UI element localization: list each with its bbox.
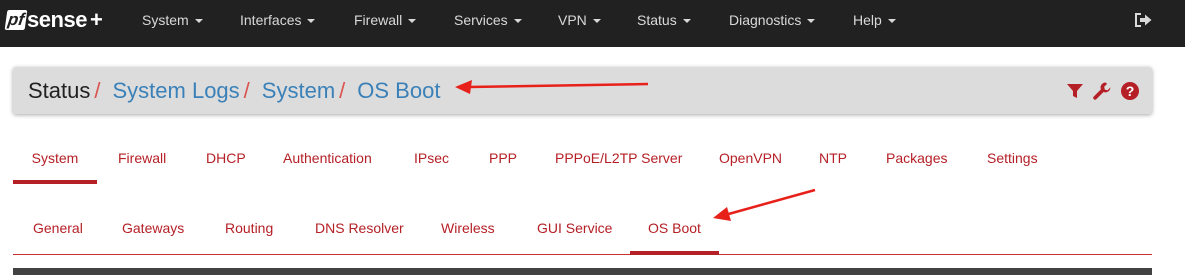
logo-plus: + <box>89 7 103 32</box>
nav-help[interactable]: Help <box>853 0 896 40</box>
tab-pppoe-l2tp-server[interactable]: PPPoE/L2TP Server <box>555 140 682 184</box>
nav-label: Firewall <box>354 12 403 28</box>
caret-down-icon <box>307 19 316 24</box>
question-circle-icon[interactable]: ? <box>1120 81 1140 101</box>
nav-label: Services <box>454 12 508 28</box>
caret-down-icon <box>592 19 601 24</box>
tab-label: OpenVPN <box>719 150 783 166</box>
system-log-subtabs: General Gateways Routing DNS Resolver Wi… <box>13 210 1152 255</box>
subtab-label: Routing <box>225 220 274 236</box>
tab-openvpn[interactable]: OpenVPN <box>719 140 782 184</box>
nav-vpn[interactable]: VPN <box>558 0 601 40</box>
breadcrumb: Status / System Logs / System / OS Boot <box>28 67 440 114</box>
breadcrumb-separator: / <box>339 78 346 103</box>
tab-ppp[interactable]: PPP <box>489 140 517 184</box>
nav-services[interactable]: Services <box>454 0 522 40</box>
pfsense-logo[interactable]: pf sense + <box>4 6 103 34</box>
subtab-general[interactable]: General <box>33 210 83 254</box>
breadcrumb-panel: Status / System Logs / System / OS Boot ? <box>13 67 1152 114</box>
tab-label: System <box>31 150 79 166</box>
log-category-tabs: System Firewall DHCP Authentication IPse… <box>13 140 1152 184</box>
breadcrumb-separator: / <box>94 78 101 103</box>
caret-down-icon <box>887 19 896 24</box>
caret-down-icon <box>194 19 203 24</box>
logo-sense: sense <box>27 7 87 32</box>
tab-label: NTP <box>819 150 847 166</box>
panel-icons: ? <box>1066 81 1140 101</box>
subtab-routing[interactable]: Routing <box>225 210 273 254</box>
caret-down-icon <box>682 19 691 24</box>
tab-dhcp[interactable]: DHCP <box>206 140 246 184</box>
tab-label: Authentication <box>283 150 372 166</box>
breadcrumb-root: Status <box>28 78 91 103</box>
subtab-label: Gateways <box>122 220 185 236</box>
tab-authentication[interactable]: Authentication <box>283 140 372 184</box>
nav-firewall[interactable]: Firewall <box>354 0 417 40</box>
subtab-label: Wireless <box>441 220 495 236</box>
nav-diagnostics[interactable]: Diagnostics <box>729 0 816 40</box>
logo-pf: pf <box>4 10 28 30</box>
tab-label: Packages <box>886 150 948 166</box>
tab-packages[interactable]: Packages <box>886 140 947 184</box>
nav-label: Diagnostics <box>729 12 802 28</box>
nav-label: Interfaces <box>240 12 302 28</box>
tab-label: Firewall <box>118 150 167 166</box>
tab-settings[interactable]: Settings <box>987 140 1038 184</box>
nav-status[interactable]: Status <box>637 0 691 40</box>
breadcrumb-separator: / <box>243 78 250 103</box>
filter-icon[interactable] <box>1066 82 1084 100</box>
tab-label: PPPoE/L2TP Server <box>555 150 683 166</box>
caret-down-icon <box>408 19 417 24</box>
subtab-label: DNS Resolver <box>315 220 404 236</box>
subtab-gui-service[interactable]: GUI Service <box>537 210 612 254</box>
nav-label: VPN <box>558 12 587 28</box>
breadcrumb-link-system[interactable]: System <box>262 78 335 103</box>
subtab-label: General <box>33 220 83 236</box>
nav-label: Help <box>853 12 882 28</box>
log-panel-header <box>13 268 1152 275</box>
subtab-os-boot[interactable]: OS Boot <box>630 210 719 255</box>
tab-label: Settings <box>987 150 1038 166</box>
caret-down-icon <box>513 19 522 24</box>
nav-label: Status <box>637 12 677 28</box>
caret-down-icon <box>807 19 816 24</box>
sign-out-icon[interactable] <box>1133 11 1153 29</box>
breadcrumb-link-os-boot[interactable]: OS Boot <box>357 78 440 103</box>
nav-system[interactable]: System <box>142 0 203 40</box>
breadcrumb-link-system-logs[interactable]: System Logs <box>113 78 240 103</box>
svg-text:?: ? <box>1126 83 1135 99</box>
tab-system[interactable]: System <box>13 140 97 184</box>
subtab-dns-resolver[interactable]: DNS Resolver <box>315 210 404 254</box>
tab-firewall[interactable]: Firewall <box>118 140 166 184</box>
tab-ipsec[interactable]: IPsec <box>414 140 449 184</box>
subtab-wireless[interactable]: Wireless <box>441 210 495 254</box>
tab-label: DHCP <box>206 150 246 166</box>
subtab-gateways[interactable]: Gateways <box>122 210 184 254</box>
wrench-icon[interactable] <box>1092 81 1112 101</box>
subtab-label: OS Boot <box>648 220 701 236</box>
tab-label: PPP <box>489 150 518 166</box>
nav-interfaces[interactable]: Interfaces <box>240 0 316 40</box>
top-navbar: pf sense + System Interfaces Firewall Se… <box>0 0 1185 47</box>
tab-label: IPsec <box>414 150 450 166</box>
subtab-label: GUI Service <box>537 220 613 236</box>
nav-label: System <box>142 12 189 28</box>
tab-ntp[interactable]: NTP <box>819 140 847 184</box>
